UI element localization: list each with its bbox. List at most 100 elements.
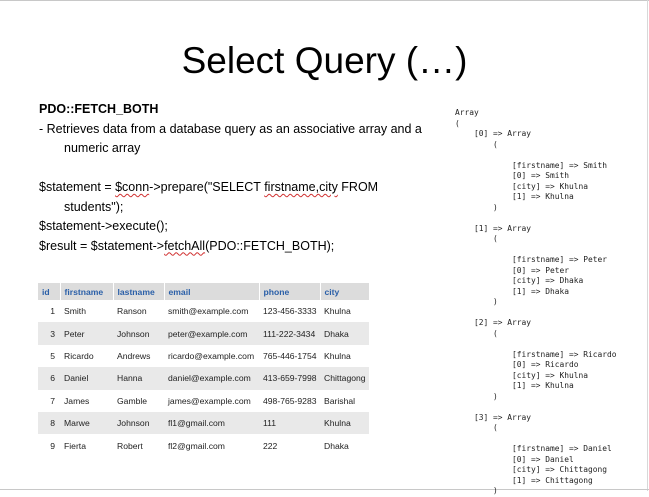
cell-city: Khulna xyxy=(320,344,369,368)
cell-email: peter@example.com xyxy=(164,322,259,345)
dump-blank-line xyxy=(455,402,645,413)
code-fetchall: fetchAll xyxy=(164,238,206,253)
dump-line: [firstname] => Daniel xyxy=(455,444,612,453)
code-line-fetch: $result = $statement->fetchAll(PDO::FETC… xyxy=(39,237,449,257)
dump-line: [0] => Peter xyxy=(455,265,570,275)
cell-lastname: Ranson xyxy=(113,300,164,323)
dump-blank-line xyxy=(455,245,645,256)
table-row: 5 Ricardo Andrews ricardo@example.com 76… xyxy=(38,344,369,368)
dump-line: [1] => Dhaka xyxy=(455,286,570,296)
dump-line: ) xyxy=(455,202,498,212)
dump-line: [1] => Array xyxy=(455,223,532,233)
dump-blank-line xyxy=(455,213,645,224)
cell-firstname: Daniel xyxy=(60,367,113,390)
dump-line: [city] => Khulna xyxy=(455,370,589,380)
dump-line: [city] => Khulna xyxy=(455,181,589,191)
dump-line: [1] => Khulna xyxy=(455,192,574,201)
dump-entry-0: [0] => Array ( [firstname] => Smith [0] … xyxy=(455,129,645,224)
cell-phone: 765-446-1754 xyxy=(259,344,320,368)
dump-line: [firstname] => Ricardo xyxy=(455,349,617,359)
dump-entry-2: [2] => Array ( [firstname] => Ricardo [0… xyxy=(455,318,645,413)
cell-firstname: Peter xyxy=(60,322,113,345)
cell-lastname: Robert xyxy=(113,434,164,457)
cell-firstname: Marwe xyxy=(60,411,113,435)
description-line-1: - Retrieves data from a database query a… xyxy=(39,121,422,136)
dump-line: ) xyxy=(455,486,498,495)
code-part: $result = $statement-> xyxy=(39,238,165,253)
cell-phone: 111-222-3434 xyxy=(259,322,320,345)
cell-city: Barishal xyxy=(320,389,369,412)
dump-line: ( xyxy=(455,423,498,432)
cell-email: james@example.com xyxy=(164,389,259,412)
dump-line: [3] => Array xyxy=(455,412,532,422)
dump-entry-1: [1] => Array ( [firstname] => Peter [0] … xyxy=(455,224,645,319)
table-row: 1 Smith Ranson smith@example.com 123-456… xyxy=(38,300,369,323)
dump-blank-line xyxy=(455,150,645,161)
cell-lastname: Hanna xyxy=(113,367,164,390)
dump-line: [0] => Array xyxy=(455,129,532,138)
slide-title: Select Query (…) xyxy=(181,40,468,81)
dump-line: [0] => Daniel xyxy=(455,454,574,464)
column-header-id[interactable]: id xyxy=(38,283,61,300)
cell-id: 5 xyxy=(38,344,60,368)
cell-phone: 111 xyxy=(259,411,320,435)
cell-email: fl1@gmail.com xyxy=(164,411,259,435)
dump-line: ( xyxy=(455,234,498,243)
column-header-email[interactable]: email xyxy=(164,283,260,300)
students-table: id firstname lastname email phone city 1… xyxy=(38,283,370,457)
cell-city: Dhaka xyxy=(320,322,369,345)
dump-line: [2] => Array xyxy=(455,318,532,327)
cell-firstname: James xyxy=(60,389,113,412)
dump-line: ) xyxy=(455,297,498,306)
code-conn-variable: $conn xyxy=(115,180,150,194)
cell-phone: 123-456-3333 xyxy=(259,300,320,323)
table-row: 8 Marwe Johnson fl1@gmail.com 111 Khulna xyxy=(38,411,369,435)
cell-id: 7 xyxy=(38,389,60,412)
cell-city: Khulna xyxy=(320,411,369,435)
dump-line: [0] => Ricardo xyxy=(455,360,579,369)
cell-phone: 222 xyxy=(259,434,320,457)
cell-city: Khulna xyxy=(320,300,369,323)
cell-phone: 413-659-7998 xyxy=(259,367,320,390)
code-line-prepare: $statement = $conn->prepare("SELECT firs… xyxy=(39,178,449,198)
dump-line: [city] => Chittagong xyxy=(455,465,608,474)
code-part: ->prepare("SELECT xyxy=(149,180,265,194)
table-row: 7 James Gamble james@example.com 498-765… xyxy=(38,389,369,412)
dump-line: ( xyxy=(455,139,498,149)
dump-line: [1] => Khulna xyxy=(455,381,574,390)
dump-line: [1] => Chittagong xyxy=(455,475,593,485)
column-header-city[interactable]: city xyxy=(320,283,370,300)
dump-blank-line xyxy=(455,308,645,319)
column-header-firstname[interactable]: firstname xyxy=(60,283,114,300)
dump-line: ( xyxy=(455,328,498,338)
cell-id: 6 xyxy=(38,367,60,390)
cell-phone: 498-765-9283 xyxy=(259,389,320,412)
table-header-row: id firstname lastname email phone city xyxy=(38,283,370,300)
cell-id: 8 xyxy=(38,411,60,435)
dump-line: Array xyxy=(455,108,479,117)
code-columns: firstname,city xyxy=(264,180,338,194)
dump-blank-line xyxy=(455,339,645,350)
dump-line: [city] => Dhaka xyxy=(455,276,584,285)
dump-entry-3: [3] => Array ( [firstname] => Daniel [0]… xyxy=(455,413,645,497)
cell-lastname: Gamble xyxy=(113,389,164,412)
code-part: FROM xyxy=(337,180,379,194)
cell-id: 9 xyxy=(38,434,60,457)
dump-line: ( xyxy=(455,118,460,128)
dump-line: [firstname] => Smith xyxy=(455,160,608,170)
dump-line: ) xyxy=(455,391,498,401)
code-line-execute: $statement->execute(); xyxy=(39,219,168,233)
code-line-prepare-cont: students"); xyxy=(64,199,124,214)
cell-email: ricardo@example.com xyxy=(164,344,259,368)
dump-line: [firstname] => Peter xyxy=(455,255,608,264)
cell-lastname: Johnson xyxy=(113,411,164,435)
cell-id: 1 xyxy=(38,300,60,323)
slide-top-border xyxy=(0,0,649,1)
code-part: $statement = xyxy=(39,180,116,194)
cell-lastname: Andrews xyxy=(113,344,164,368)
column-header-phone[interactable]: phone xyxy=(259,283,321,300)
dump-line: [0] => Smith xyxy=(455,171,570,180)
cell-city: Chittagong xyxy=(320,367,369,390)
column-header-lastname[interactable]: lastname xyxy=(113,283,165,300)
